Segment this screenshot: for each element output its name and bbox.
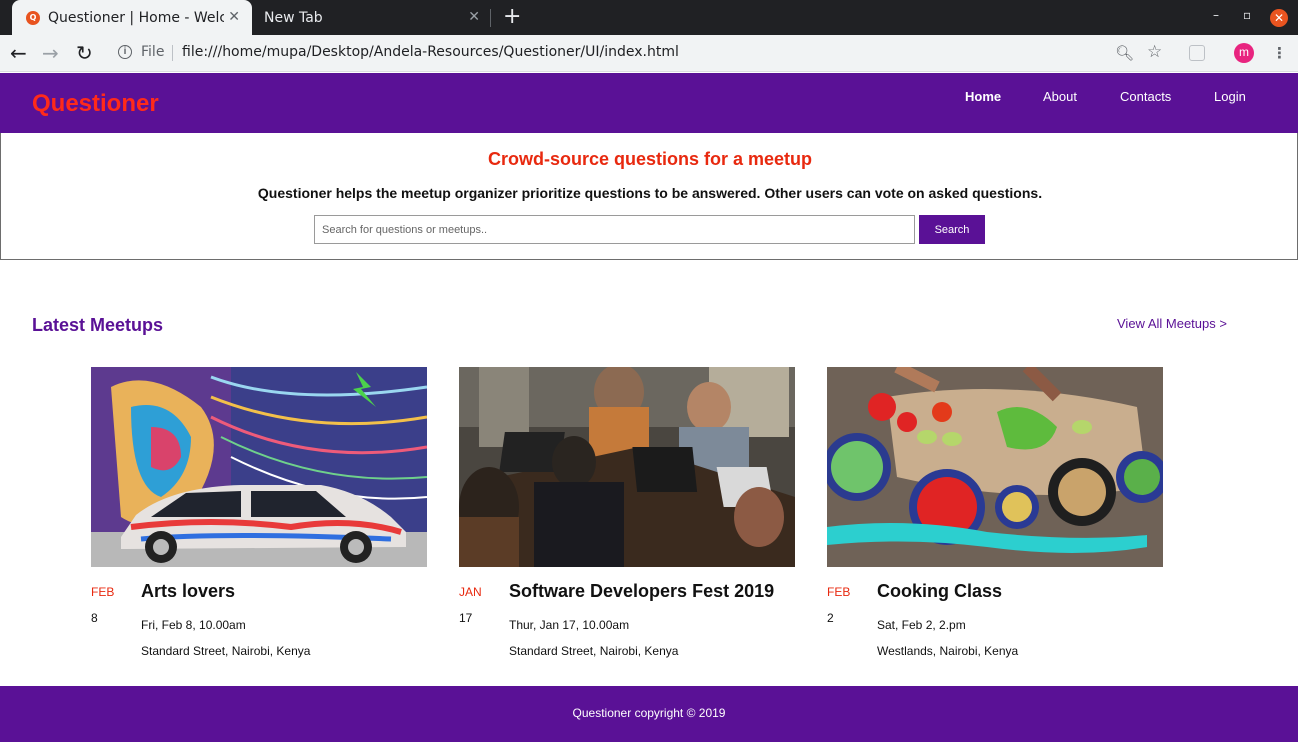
view-all-meetups-link[interactable]: View All Meetups > <box>1117 316 1227 331</box>
tab-title: New Tab <box>264 9 323 26</box>
extension-icon[interactable] <box>1189 45 1205 61</box>
hero-heading: Crowd-source questions for a meetup <box>487 149 813 169</box>
close-tab-icon[interactable]: ✕ <box>228 9 240 25</box>
site-info-icon[interactable]: i <box>118 45 132 59</box>
meetup-location: Westlands, Nairobi, Kenya <box>877 644 1019 658</box>
nav-contacts[interactable]: Contacts <box>1120 89 1171 104</box>
nav-home[interactable]: Home <box>965 89 1001 104</box>
reload-icon[interactable]: ↻ <box>76 41 93 65</box>
copyright-text: Questioner copyright © 2019 <box>572 706 726 720</box>
graffiti-car-image[interactable] <box>91 367 427 567</box>
meetup-day: 2 <box>827 611 834 625</box>
omnibox-divider <box>172 45 173 61</box>
questioner-favicon-icon: Q <box>26 10 40 25</box>
maximize-icon[interactable]: ▫ <box>1243 8 1251 22</box>
meetup-title[interactable]: Arts lovers <box>141 581 235 602</box>
minimize-icon[interactable]: – <box>1213 8 1219 22</box>
nav-login[interactable]: Login <box>1214 89 1246 104</box>
meetup-datetime: Sat, Feb 2, 2.pm <box>877 618 966 632</box>
meetup-card[interactable]: FEB 2 Cooking Class Sat, Feb 2, 2.pm Wes… <box>827 367 1163 667</box>
search-input[interactable] <box>314 215 915 244</box>
nav-about[interactable]: About <box>1043 89 1077 104</box>
menu-dots-icon[interactable]: ⋮ <box>1272 44 1287 62</box>
address-bar[interactable]: i File file:///home/mupa/Desktop/Andela-… <box>108 39 1178 67</box>
meetup-location: Standard Street, Nairobi, Kenya <box>141 644 311 658</box>
hero-tagline: Questioner helps the meetup organizer pr… <box>257 185 1043 201</box>
hero-section: Crowd-source questions for a meetup Ques… <box>0 133 1298 260</box>
url-text[interactable]: file:///home/mupa/Desktop/Andela-Resourc… <box>182 44 679 60</box>
brand-logo[interactable]: Questioner <box>32 90 159 118</box>
meetup-title[interactable]: Software Developers Fest 2019 <box>509 581 774 602</box>
meetup-card[interactable]: JAN 17 Software Developers Fest 2019 Thu… <box>459 367 795 667</box>
meetup-location: Standard Street, Nairobi, Kenya <box>509 644 679 658</box>
site-header: Questioner Home About Contacts Login <box>0 73 1298 133</box>
meetup-month: JAN <box>459 585 482 599</box>
close-tab-icon[interactable]: ✕ <box>468 9 480 25</box>
tab-new-tab[interactable]: New Tab ✕ <box>252 0 492 35</box>
developers-laptops-image[interactable] <box>459 367 795 567</box>
tab-title: Questioner | Home - Welcome <box>48 9 224 26</box>
meetup-month: FEB <box>827 585 851 599</box>
forward-icon[interactable]: → <box>42 41 59 65</box>
window-close-icon[interactable]: ✕ <box>1270 9 1288 27</box>
zoom-icon[interactable]: 🔍︎ <box>1115 44 1134 62</box>
meetup-datetime: Thur, Jan 17, 10.00am <box>509 618 630 632</box>
tab-questioner[interactable]: Q Questioner | Home - Welcome ✕ <box>12 0 252 35</box>
browser-toolbar: ← → ↻ i File file:///home/mupa/Desktop/A… <box>0 35 1298 72</box>
new-tab-icon[interactable]: + <box>503 4 521 29</box>
scheme-label: File <box>141 44 165 60</box>
profile-avatar[interactable]: m <box>1234 43 1254 63</box>
meetup-day: 17 <box>459 611 473 625</box>
meetup-month: FEB <box>91 585 115 599</box>
bookmark-star-icon[interactable]: ☆ <box>1147 42 1162 62</box>
meetup-card[interactable]: FEB 8 Arts lovers Fri, Feb 8, 10.00am St… <box>91 367 427 667</box>
site-footer: Questioner copyright © 2019 <box>0 686 1298 742</box>
meetup-day: 8 <box>91 611 98 625</box>
back-icon[interactable]: ← <box>10 41 27 65</box>
tab-separator <box>490 9 491 27</box>
latest-meetups-heading: Latest Meetups <box>32 315 164 335</box>
meetup-datetime: Fri, Feb 8, 10.00am <box>141 618 246 632</box>
search-button[interactable]: Search <box>919 215 985 244</box>
cooking-vegetables-image[interactable] <box>827 367 1163 567</box>
browser-tab-bar: Q Questioner | Home - Welcome ✕ New Tab … <box>0 0 1298 35</box>
meetup-title[interactable]: Cooking Class <box>877 581 1002 602</box>
